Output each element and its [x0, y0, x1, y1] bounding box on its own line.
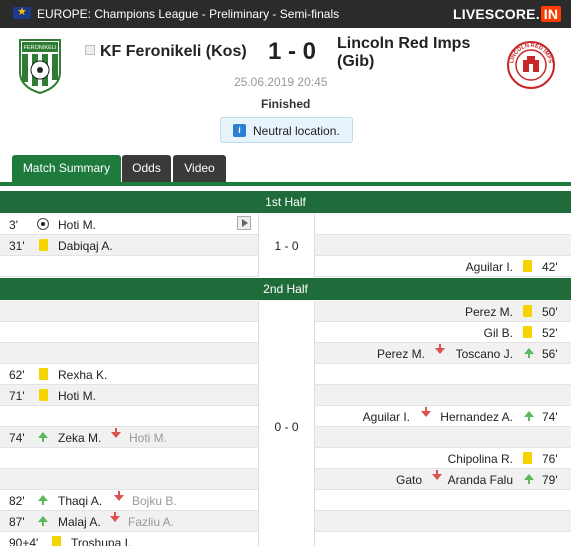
sub-player-in[interactable]: Toscano J. — [456, 347, 513, 361]
sub-in-arrow-icon — [38, 432, 48, 442]
event-player[interactable]: Aguilar I. — [466, 260, 513, 274]
sub-out-arrow-icon — [435, 344, 445, 354]
sub-in-arrow-icon — [38, 516, 48, 526]
yellow-card-icon — [39, 368, 48, 380]
home-team-name[interactable]: KF Feronikeli (Kos) — [86, 43, 247, 61]
event-minute: 82' — [9, 494, 25, 508]
event-minute: 31' — [9, 239, 25, 253]
first-half-score: 1 - 0 — [274, 239, 299, 253]
sub-in-arrow-icon — [38, 495, 48, 505]
home-team-logo[interactable]: FERONIKELI — [17, 38, 63, 95]
event-minute: 52' — [542, 326, 558, 340]
sub-out-arrow-icon — [432, 470, 442, 480]
sub-out-arrow-icon — [421, 407, 431, 417]
event-minute: 71' — [9, 389, 25, 403]
sub-player-in[interactable]: Aranda Falu — [448, 473, 513, 487]
first-half-header: 1st Half — [0, 191, 571, 213]
sub-in-arrow-icon — [524, 348, 534, 358]
sub-player-out[interactable]: Gato — [396, 473, 422, 487]
away-team-name-line1: Lincoln Red Imps — [337, 35, 471, 52]
event-minute: 50' — [542, 305, 558, 319]
match-score: 1 - 0 — [268, 38, 317, 65]
event-player[interactable]: Rexha K. — [58, 368, 107, 382]
info-icon: i — [233, 124, 246, 137]
event-minute: 76' — [542, 452, 558, 466]
event-minute: 79' — [542, 473, 558, 487]
event-player[interactable]: Dabiqaj A. — [58, 239, 113, 253]
event-minute: 3' — [9, 218, 18, 232]
first-half-score-cell: 1 - 0 — [258, 214, 315, 277]
sub-in-arrow-icon — [524, 411, 534, 421]
event-minute: 62' — [9, 368, 25, 382]
sub-player-out[interactable]: Bojku B. — [132, 494, 177, 508]
sub-player-out[interactable]: Fazliu A. — [128, 515, 174, 529]
yellow-card-icon — [523, 260, 532, 272]
event-minute: 42' — [542, 260, 558, 274]
yellow-card-icon — [39, 389, 48, 401]
event-player[interactable]: Hoti M. — [58, 389, 96, 403]
logo-suffix: IN — [540, 6, 562, 22]
yellow-card-icon — [523, 452, 532, 464]
home-team-label: KF Feronikeli (Kos) — [100, 43, 247, 60]
sub-in-arrow-icon — [524, 474, 534, 484]
second-half-score: 0 - 0 — [274, 420, 299, 434]
match-datetime: 25.06.2019 20:45 — [234, 75, 328, 89]
sub-player-in[interactable]: Malaj A. — [58, 515, 101, 529]
away-team-name[interactable]: Lincoln Red Imps (Gib) — [337, 35, 477, 71]
tab-video[interactable]: Video — [173, 155, 226, 182]
away-team-name-line2: (Gib) — [337, 53, 375, 70]
sub-out-arrow-icon — [114, 491, 124, 501]
event-minute: 56' — [542, 347, 558, 361]
play-video-icon[interactable] — [237, 216, 251, 230]
europe-flag-icon — [13, 5, 31, 19]
event-player[interactable]: Troshupa I. — [71, 536, 131, 546]
tab-bar-underline — [0, 182, 571, 186]
sub-player-out[interactable]: Hoti M. — [129, 431, 167, 445]
event-minute: 74' — [542, 410, 558, 424]
livescore-logo[interactable]: LIVESCORE. IN — [453, 6, 562, 22]
tab-match-summary[interactable]: Match Summary — [12, 155, 121, 182]
logo-text: LIVESCORE. — [453, 6, 540, 22]
event-player[interactable]: Perez M. — [465, 305, 513, 319]
competition-bar: EUROPE: Champions League - Preliminary -… — [0, 0, 571, 28]
event-player[interactable]: Chipolina R. — [448, 452, 513, 466]
event-minute: 74' — [9, 431, 25, 445]
event-player[interactable]: Hoti M. — [58, 218, 96, 232]
yellow-card-icon — [523, 305, 532, 317]
goal-ball-icon — [37, 218, 49, 230]
home-logo-text: FERONIKELI — [24, 45, 57, 51]
second-half-score-cell: 0 - 0 — [258, 301, 315, 546]
info-notice: i Neutral location. — [220, 117, 353, 143]
tab-odds[interactable]: Odds — [122, 155, 171, 182]
sub-player-out[interactable]: Perez M. — [377, 347, 425, 361]
yellow-card-icon — [523, 326, 532, 338]
sub-player-in[interactable]: Hernandez A. — [440, 410, 513, 424]
sub-player-in[interactable]: Zeka M. — [58, 431, 101, 445]
sub-player-in[interactable]: Thaqi A. — [58, 494, 102, 508]
sub-player-out[interactable]: Aguilar I. — [363, 410, 410, 424]
second-half-header: 2nd Half — [0, 278, 571, 300]
sub-out-arrow-icon — [110, 512, 120, 522]
event-minute: 87' — [9, 515, 25, 529]
info-text: Neutral location. — [253, 124, 340, 138]
yellow-card-icon — [39, 239, 48, 251]
yellow-card-icon — [52, 536, 61, 546]
competition-title[interactable]: EUROPE: Champions League - Preliminary -… — [37, 7, 339, 21]
away-team-logo[interactable]: LINCOLN RED IMPS — [506, 40, 555, 96]
match-status: Finished — [261, 97, 311, 111]
event-player[interactable]: Gil B. — [484, 326, 513, 340]
sub-out-arrow-icon — [111, 428, 121, 438]
event-minute: 90+4' — [9, 536, 39, 546]
